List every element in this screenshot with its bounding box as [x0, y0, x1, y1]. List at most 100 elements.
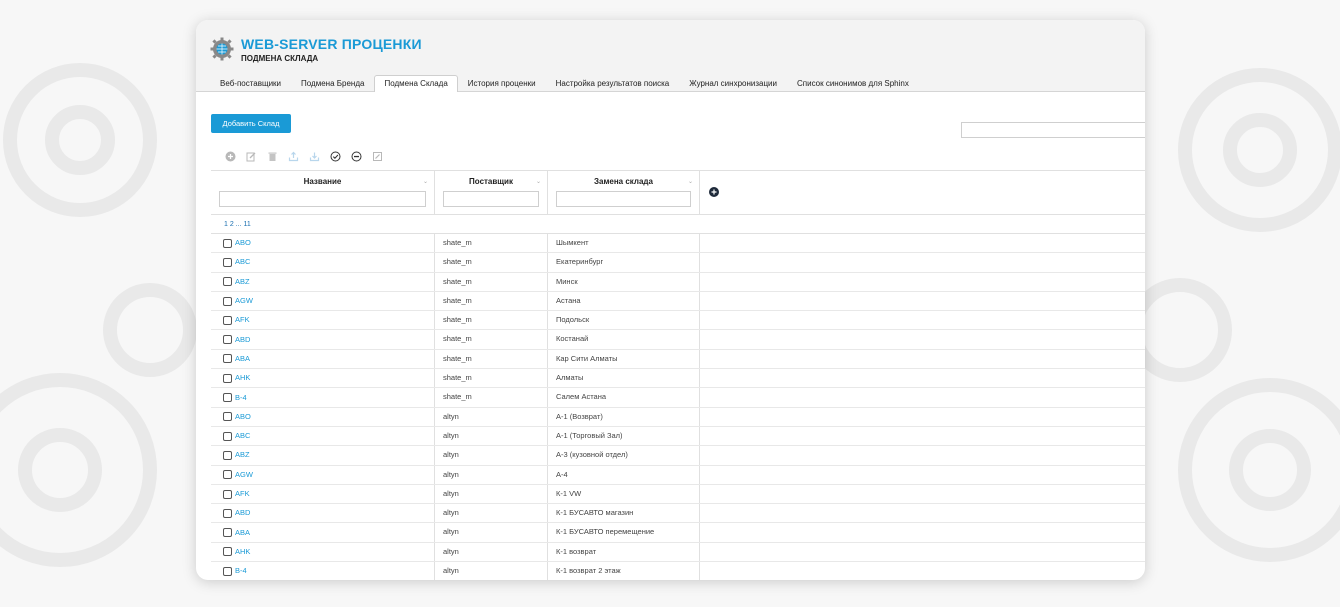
tab-sync-log[interactable]: Журнал синхронизации	[679, 75, 787, 92]
table-row[interactable]: B-4 shate_m Салем Астана	[211, 388, 1145, 408]
table-row[interactable]: ABZ altyn А-3 (кузовной отдел)	[211, 446, 1145, 466]
column-header-name[interactable]: Название ⌄	[211, 171, 435, 214]
cell-replacement: Алматы	[548, 369, 700, 388]
row-checkbox[interactable]	[223, 393, 232, 403]
table-row[interactable]: ABD shate_m Костанай	[211, 330, 1145, 350]
table-row[interactable]: ABC shate_m Екатеринбург	[211, 253, 1145, 273]
table-row[interactable]: B-4 altyn К-1 возврат 2 этаж	[211, 562, 1145, 580]
table-row[interactable]: ABZ shate_m Минск	[211, 272, 1145, 292]
row-checkbox[interactable]	[223, 470, 232, 480]
cell-name: AGW	[211, 291, 435, 311]
warehouse-code-link[interactable]: ABZ	[235, 446, 250, 464]
table-row[interactable]: AHK shate_m Алматы	[211, 369, 1145, 389]
cell-extra	[700, 330, 1145, 348]
tab-warehouse-replacement[interactable]: Подмена Склада	[374, 75, 458, 92]
row-checkbox[interactable]	[223, 296, 232, 306]
cell-extra	[700, 427, 1145, 445]
warehouse-code-link[interactable]: AHK	[235, 543, 250, 561]
warehouse-code-link[interactable]: ABZ	[235, 273, 250, 291]
warehouse-code-link[interactable]: ABA	[235, 350, 250, 368]
table-row[interactable]: ABO shate_m Шымкент	[211, 234, 1145, 254]
row-checkbox[interactable]	[223, 257, 232, 267]
cell-name: ABZ	[211, 446, 435, 465]
row-checkbox[interactable]	[223, 238, 232, 248]
row-checkbox[interactable]	[223, 431, 232, 441]
delete-icon[interactable]	[266, 150, 279, 163]
add-icon[interactable]	[224, 150, 237, 163]
row-checkbox[interactable]	[223, 566, 232, 576]
row-checkbox[interactable]	[223, 508, 232, 518]
pagination[interactable]: 1 2 ... 11	[211, 215, 1145, 234]
tab-search-settings[interactable]: Настройка результатов поиска	[546, 75, 680, 92]
row-checkbox[interactable]	[223, 277, 232, 287]
column-header-replacement[interactable]: Замена склада ⌄	[548, 171, 700, 214]
warehouse-code-link[interactable]: AGW	[235, 466, 253, 484]
warehouse-code-link[interactable]: B-4	[235, 562, 247, 580]
tab-pricing-history[interactable]: История проценки	[458, 75, 546, 92]
table-row[interactable]: AFK shate_m Подольск	[211, 311, 1145, 331]
row-checkbox[interactable]	[223, 489, 232, 499]
table-row[interactable]: AFK altyn К-1 VW	[211, 484, 1145, 505]
row-checkbox[interactable]	[223, 335, 232, 345]
warehouse-code-link[interactable]: AGW	[235, 292, 253, 310]
cell-name: ABZ	[211, 272, 435, 291]
filter-replacement-input[interactable]	[556, 191, 691, 207]
warehouse-code-link[interactable]: AHK	[235, 369, 250, 387]
add-column-icon[interactable]	[709, 187, 719, 197]
table-row[interactable]: ABD altyn К-1 БУСАВТО магазин	[211, 504, 1145, 524]
export-icon[interactable]	[287, 150, 300, 163]
warehouse-code-link[interactable]: AFK	[235, 311, 250, 329]
table-row[interactable]: AHK altyn К-1 возврат	[211, 542, 1145, 563]
filter-supplier-input[interactable]	[443, 191, 539, 207]
cell-name: B-4	[211, 388, 435, 407]
cell-replacement: Кар Сити Алматы	[548, 349, 700, 369]
row-checkbox[interactable]	[223, 412, 232, 422]
warehouse-code-link[interactable]: ABD	[235, 331, 250, 349]
add-warehouse-button[interactable]: Добавить Склад	[211, 114, 291, 133]
sort-icon[interactable]: ⌄	[423, 178, 428, 185]
grid-header: Название ⌄ Поставщик ⌄ Замена склада ⌄	[211, 170, 1145, 215]
column-header-supplier[interactable]: Поставщик ⌄	[435, 171, 548, 214]
row-checkbox[interactable]	[223, 547, 232, 557]
tab-web-suppliers[interactable]: Веб-поставщики	[210, 75, 291, 92]
cell-name: ABA	[211, 523, 435, 542]
warehouse-code-link[interactable]: AFK	[235, 485, 250, 503]
import-icon[interactable]	[308, 150, 321, 163]
row-checkbox[interactable]	[223, 354, 232, 364]
mass-edit-icon[interactable]	[371, 150, 384, 163]
table-row[interactable]: ABA shate_m Кар Сити Алматы	[211, 349, 1145, 370]
warehouse-code-link[interactable]: ABO	[235, 408, 251, 426]
check-all-icon[interactable]	[329, 150, 342, 163]
search-input[interactable]	[961, 122, 1145, 138]
warehouse-code-link[interactable]: ABA	[235, 524, 250, 542]
edit-icon[interactable]	[245, 150, 258, 163]
row-checkbox[interactable]	[223, 315, 232, 325]
table-row[interactable]: ABA altyn К-1 БУСАВТО перемещение	[211, 523, 1145, 543]
warehouse-code-link[interactable]: ABD	[235, 504, 250, 522]
warehouse-code-link[interactable]: ABO	[235, 234, 251, 252]
tab-sphinx-synonyms[interactable]: Список синонимов для Sphinx	[787, 75, 919, 92]
table-row[interactable]: AGW altyn А-4	[211, 465, 1145, 485]
warehouse-code-link[interactable]: ABC	[235, 427, 250, 445]
row-checkbox[interactable]	[223, 450, 232, 460]
row-checkbox[interactable]	[223, 528, 232, 538]
tab-brand-replacement[interactable]: Подмена Бренда	[291, 75, 374, 92]
table-row[interactable]: ABC altyn А-1 (Торговый Зал)	[211, 426, 1145, 447]
cell-supplier: shate_m	[435, 349, 548, 369]
sort-icon[interactable]: ⌄	[688, 178, 693, 185]
sort-icon[interactable]: ⌄	[536, 178, 541, 185]
page-subtitle: ПОДМЕНА СКЛАДА	[241, 54, 319, 63]
cell-replacement: К-1 БУСАВТО магазин	[548, 504, 700, 523]
cell-supplier: shate_m	[435, 291, 548, 311]
table-row[interactable]: ABO altyn А-1 (Возврат)	[211, 407, 1145, 427]
cell-supplier: altyn	[435, 426, 548, 446]
row-checkbox[interactable]	[223, 373, 232, 383]
filter-name-input[interactable]	[219, 191, 426, 207]
cell-extra	[700, 388, 1145, 406]
cell-name: AFK	[211, 484, 435, 504]
uncheck-all-icon[interactable]	[350, 150, 363, 163]
warehouse-code-link[interactable]: B-4	[235, 389, 247, 407]
cell-name: ABD	[211, 504, 435, 523]
warehouse-code-link[interactable]: ABC	[235, 253, 250, 271]
table-row[interactable]: AGW shate_m Астана	[211, 291, 1145, 312]
